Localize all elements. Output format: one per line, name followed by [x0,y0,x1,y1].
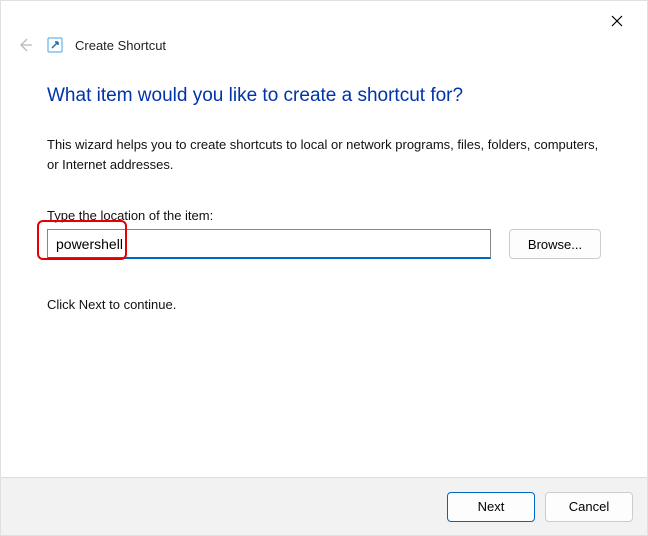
titlebar [1,1,647,31]
footer: Next Cancel [1,477,647,535]
continue-text: Click Next to continue. [47,297,601,312]
header-row: Create Shortcut [1,31,647,63]
cancel-button[interactable]: Cancel [545,492,633,522]
shortcut-icon [47,37,63,53]
location-label: Type the location of the item: [47,208,601,223]
next-button[interactable]: Next [447,492,535,522]
location-input-row: Browse... [47,229,601,259]
create-shortcut-window: Create Shortcut What item would you like… [0,0,648,536]
back-button[interactable] [15,35,35,55]
location-input[interactable] [47,229,491,259]
wizard-content: What item would you like to create a sho… [1,63,647,477]
wizard-description: This wizard helps you to create shortcut… [47,135,601,174]
wizard-heading: What item would you like to create a sho… [47,85,601,107]
browse-button[interactable]: Browse... [509,229,601,259]
header-title: Create Shortcut [75,38,166,53]
close-icon [611,15,623,27]
back-arrow-icon [17,37,33,53]
close-button[interactable] [599,9,635,33]
